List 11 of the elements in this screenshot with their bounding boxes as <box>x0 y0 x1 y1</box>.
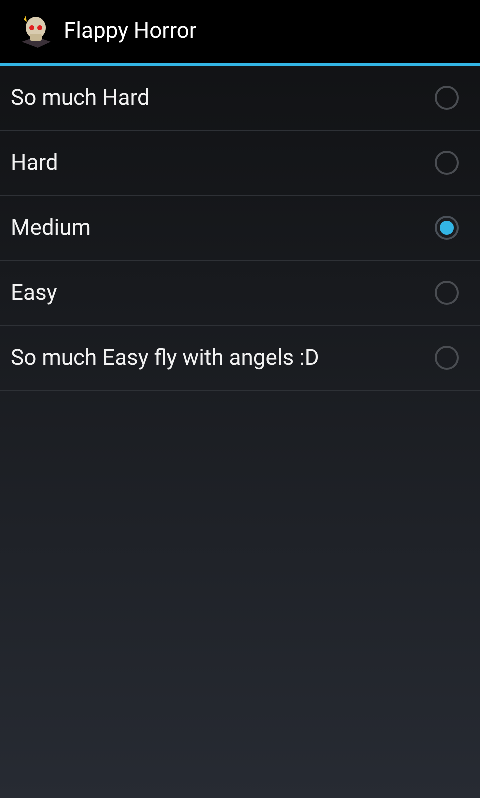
app-title: Flappy Horror <box>64 18 197 46</box>
radio-option[interactable]: Medium <box>0 196 480 261</box>
radio-option[interactable]: Hard <box>0 131 480 196</box>
radio-option[interactable]: Easy <box>0 261 480 326</box>
radio-button[interactable] <box>435 281 459 305</box>
radio-option[interactable]: So much Easy fly with angels :D <box>0 326 480 391</box>
radio-option[interactable]: So much Hard <box>0 66 480 131</box>
radio-button[interactable] <box>435 86 459 110</box>
radio-button[interactable] <box>435 151 459 175</box>
radio-button[interactable] <box>435 216 459 240</box>
radio-button[interactable] <box>435 346 459 370</box>
